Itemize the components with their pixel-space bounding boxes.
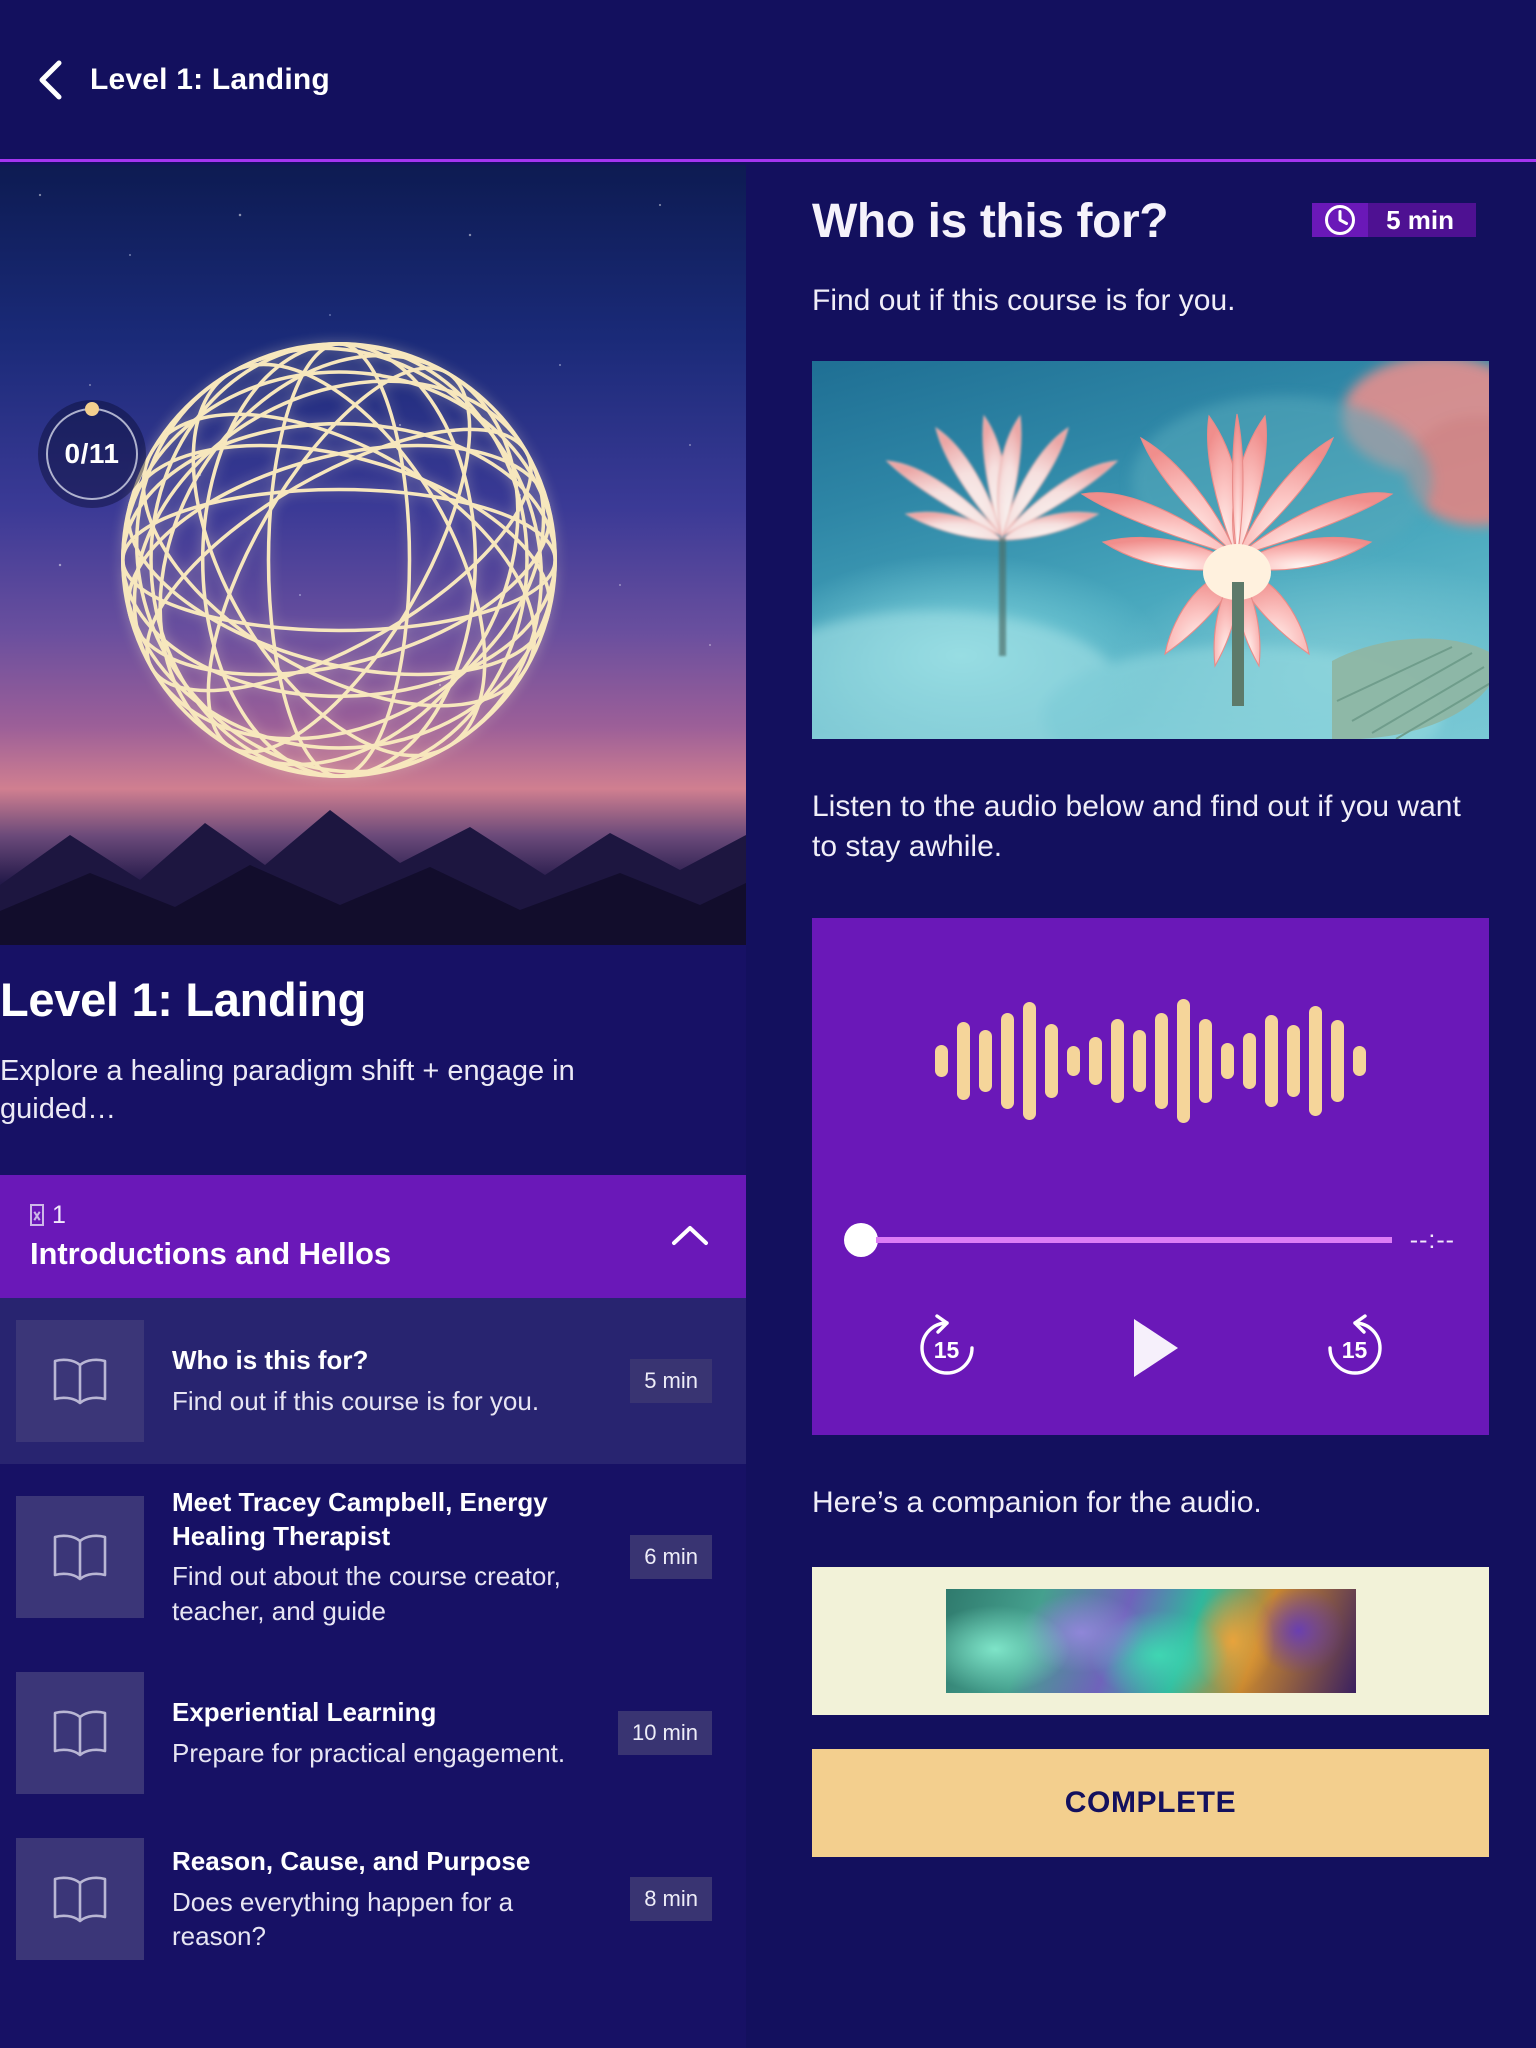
- lesson-title: Meet Tracey Campbell, Energy Healing The…: [172, 1486, 548, 1551]
- duration-badge-label: 5 min: [1368, 203, 1476, 237]
- section-accordion-labels: 1 Introductions and Hellos: [30, 1201, 391, 1272]
- course-title: Level 1: Landing: [0, 973, 367, 1026]
- missing-glyph-icon: [30, 1204, 44, 1227]
- companion-image-card: [812, 1566, 1489, 1715]
- lesson-item-reason-cause-purpose[interactable]: Reason, Cause, and Purpose Does everythi…: [0, 1816, 746, 1982]
- lesson-duration: 10 min: [617, 1711, 712, 1756]
- lesson-subtitle: Find out about the course creator, teach…: [172, 1561, 561, 1626]
- lesson-thumbnail: [16, 1672, 144, 1795]
- coral-photo: [945, 1588, 1356, 1693]
- complete-button-label: COMPLETE: [1064, 1785, 1237, 1819]
- play-icon: [1133, 1319, 1178, 1378]
- lotus-flowers-illustration: [812, 360, 1489, 739]
- section-accordion-header[interactable]: 1 Introductions and Hellos: [0, 1174, 746, 1298]
- back-button[interactable]: [34, 57, 68, 103]
- audio-waveform-icon: [812, 918, 1489, 1203]
- book-icon: [53, 1358, 107, 1405]
- lesson-text: Meet Tracey Campbell, Energy Healing The…: [172, 1486, 602, 1628]
- lesson-duration: 8 min: [630, 1877, 712, 1922]
- audio-scrubber[interactable]: --:--: [844, 1218, 1455, 1262]
- lesson-title: Experiential Learning: [172, 1697, 437, 1728]
- lesson-subtitle: Prepare for practical engagement.: [172, 1737, 566, 1768]
- section-kicker: 1: [30, 1201, 391, 1230]
- lesson-heading: Who is this for?: [812, 195, 1169, 248]
- duration-badge: 5 min: [1312, 203, 1476, 237]
- clock-icon-box: [1312, 203, 1369, 237]
- audio-time-remaining: --:--: [1409, 1225, 1455, 1254]
- progress-count: 0/11: [64, 438, 120, 469]
- forward-15-button[interactable]: 15: [1318, 1311, 1392, 1385]
- lesson-duration: 6 min: [630, 1534, 712, 1579]
- lesson-duration: 5 min: [630, 1358, 712, 1403]
- course-sidebar: 0/11 Level 1: Landing Explore a healing …: [0, 165, 746, 2048]
- forward-seconds-label: 15: [1341, 1337, 1368, 1364]
- play-button[interactable]: [1114, 1311, 1188, 1385]
- lesson-subtitle: Find out if this course is for you.: [172, 1385, 540, 1416]
- top-bar: Level 1: Landing: [0, 0, 1536, 162]
- book-icon: [53, 1710, 107, 1757]
- course-hero-image: 0/11: [0, 165, 746, 945]
- lesson-detail-panel: Who is this for? 5 min Find out if this …: [746, 165, 1536, 2048]
- chevron-up-icon[interactable]: [668, 1221, 712, 1251]
- complete-button[interactable]: COMPLETE: [812, 1748, 1489, 1857]
- audio-player: --:-- 15 15: [812, 918, 1489, 1436]
- audio-controls: 15 15: [812, 1288, 1489, 1408]
- mountain-silhouette: [0, 810, 746, 945]
- lesson-item-meet-tracey-campbell[interactable]: Meet Tracey Campbell, Energy Healing The…: [0, 1464, 746, 1650]
- lesson-item-who-is-this-for[interactable]: Who is this for? Find out if this course…: [0, 1297, 746, 1464]
- lesson-subtitle-text: Find out if this course is for you.: [812, 284, 1236, 318]
- lesson-thumbnail: [16, 1319, 144, 1442]
- chevron-left-icon: [39, 60, 62, 99]
- lesson-thumbnail: [16, 1838, 144, 1961]
- scrubber-track[interactable]: [876, 1237, 1392, 1244]
- lesson-subtitle: Does everything happen for a reason?: [172, 1886, 514, 1951]
- lesson-body-text: Listen to the audio below and find out i…: [812, 789, 1461, 863]
- rewind-15-button[interactable]: 15: [910, 1311, 984, 1385]
- course-description: Explore a healing paradigm shift + engag…: [0, 1054, 575, 1126]
- lesson-hero-image: [812, 360, 1489, 739]
- lesson-item-experiential-learning[interactable]: Experiential Learning Prepare for practi…: [0, 1650, 746, 1816]
- book-icon: [53, 1534, 107, 1581]
- page-title: Level 1: Landing: [90, 62, 330, 96]
- scrubber-handle[interactable]: [844, 1223, 878, 1258]
- course-info: Level 1: Landing Explore a healing parad…: [0, 945, 746, 1129]
- book-icon: [53, 1876, 107, 1923]
- rewind-seconds-label: 15: [933, 1337, 960, 1364]
- lesson-text: Who is this for? Find out if this course…: [172, 1344, 602, 1418]
- lesson-title: Who is this for?: [172, 1344, 369, 1375]
- lesson-thumbnail: [16, 1495, 144, 1618]
- companion-text: Here’s a companion for the audio.: [812, 1486, 1262, 1520]
- lesson-header: Who is this for? 5 min: [812, 195, 1476, 248]
- lesson-list: Who is this for? Find out if this course…: [0, 1297, 746, 1982]
- lesson-text: Reason, Cause, and Purpose Does everythi…: [172, 1845, 602, 1953]
- progress-ring[interactable]: 0/11: [38, 400, 146, 508]
- clock-icon: [1325, 205, 1356, 235]
- lesson-text: Experiential Learning Prepare for practi…: [172, 1696, 590, 1770]
- section-title: Introductions and Hellos: [30, 1235, 392, 1271]
- lesson-title: Reason, Cause, and Purpose: [172, 1845, 531, 1876]
- section-number: 1: [52, 1200, 66, 1229]
